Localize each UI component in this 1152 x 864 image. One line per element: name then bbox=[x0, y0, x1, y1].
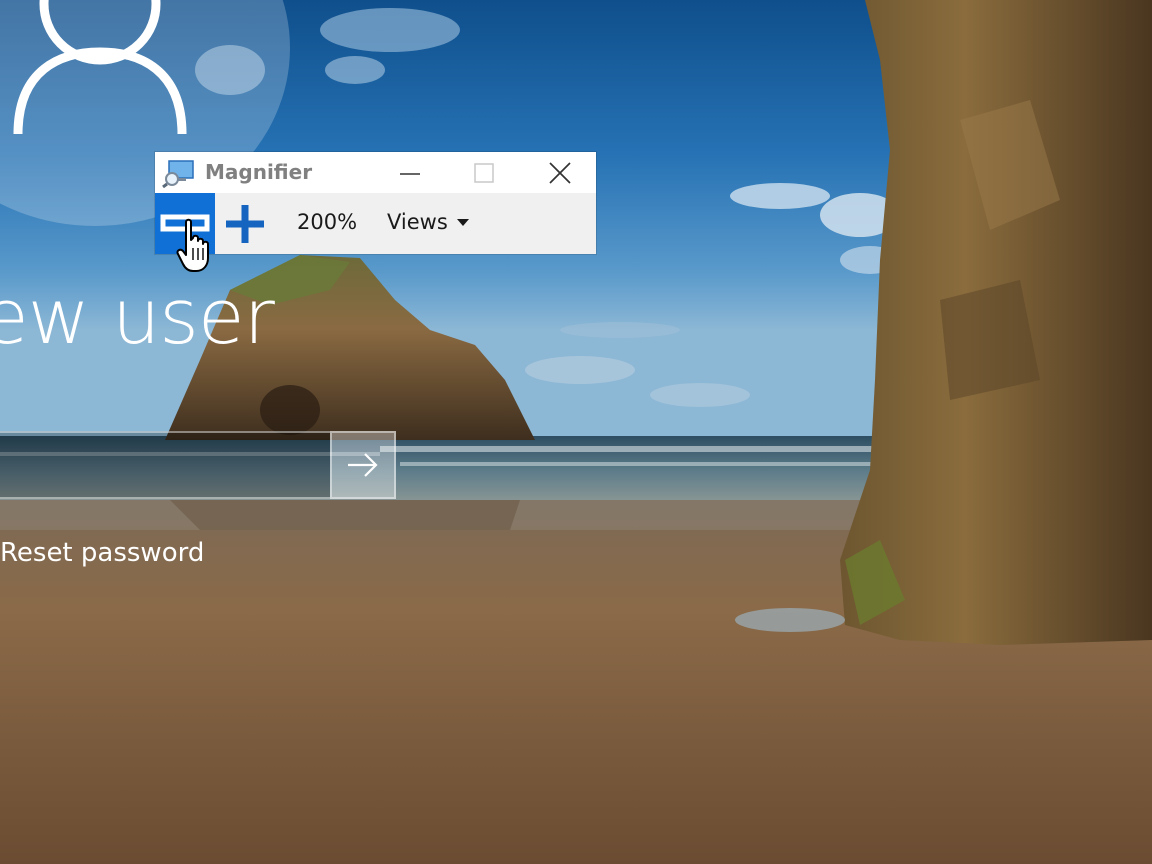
reset-password-link[interactable]: Reset password bbox=[0, 538, 204, 568]
maximize-icon bbox=[474, 162, 494, 183]
plus-icon bbox=[226, 204, 264, 243]
arrow-right-icon bbox=[348, 453, 378, 477]
close-button[interactable] bbox=[532, 152, 588, 193]
zoom-in-button[interactable] bbox=[219, 193, 271, 254]
magnifier-titlebar[interactable]: Magnifier bbox=[155, 152, 596, 193]
hand-cursor-icon bbox=[176, 218, 209, 272]
user-name: ew user bbox=[0, 272, 275, 361]
zoom-level: 200% bbox=[297, 210, 358, 234]
minimize-button[interactable] bbox=[382, 152, 438, 193]
chevron-down-icon bbox=[456, 218, 469, 226]
magnifier-window: Magnifier 200% Views bbox=[155, 152, 596, 254]
magnifier-icon bbox=[162, 160, 194, 188]
lock-screen: ew user Reset password Magnifier 200% Vi… bbox=[0, 0, 1152, 864]
window-title: Magnifier bbox=[205, 160, 313, 184]
maximize-button[interactable] bbox=[456, 152, 512, 193]
views-button[interactable]: Views bbox=[387, 210, 469, 234]
user-icon bbox=[13, 0, 187, 135]
views-label: Views bbox=[387, 210, 448, 234]
minimize-icon bbox=[400, 172, 420, 175]
submit-button[interactable] bbox=[330, 431, 396, 499]
close-icon bbox=[549, 161, 571, 184]
magnifier-toolbar: 200% Views bbox=[155, 193, 596, 254]
password-input[interactable] bbox=[0, 431, 330, 499]
